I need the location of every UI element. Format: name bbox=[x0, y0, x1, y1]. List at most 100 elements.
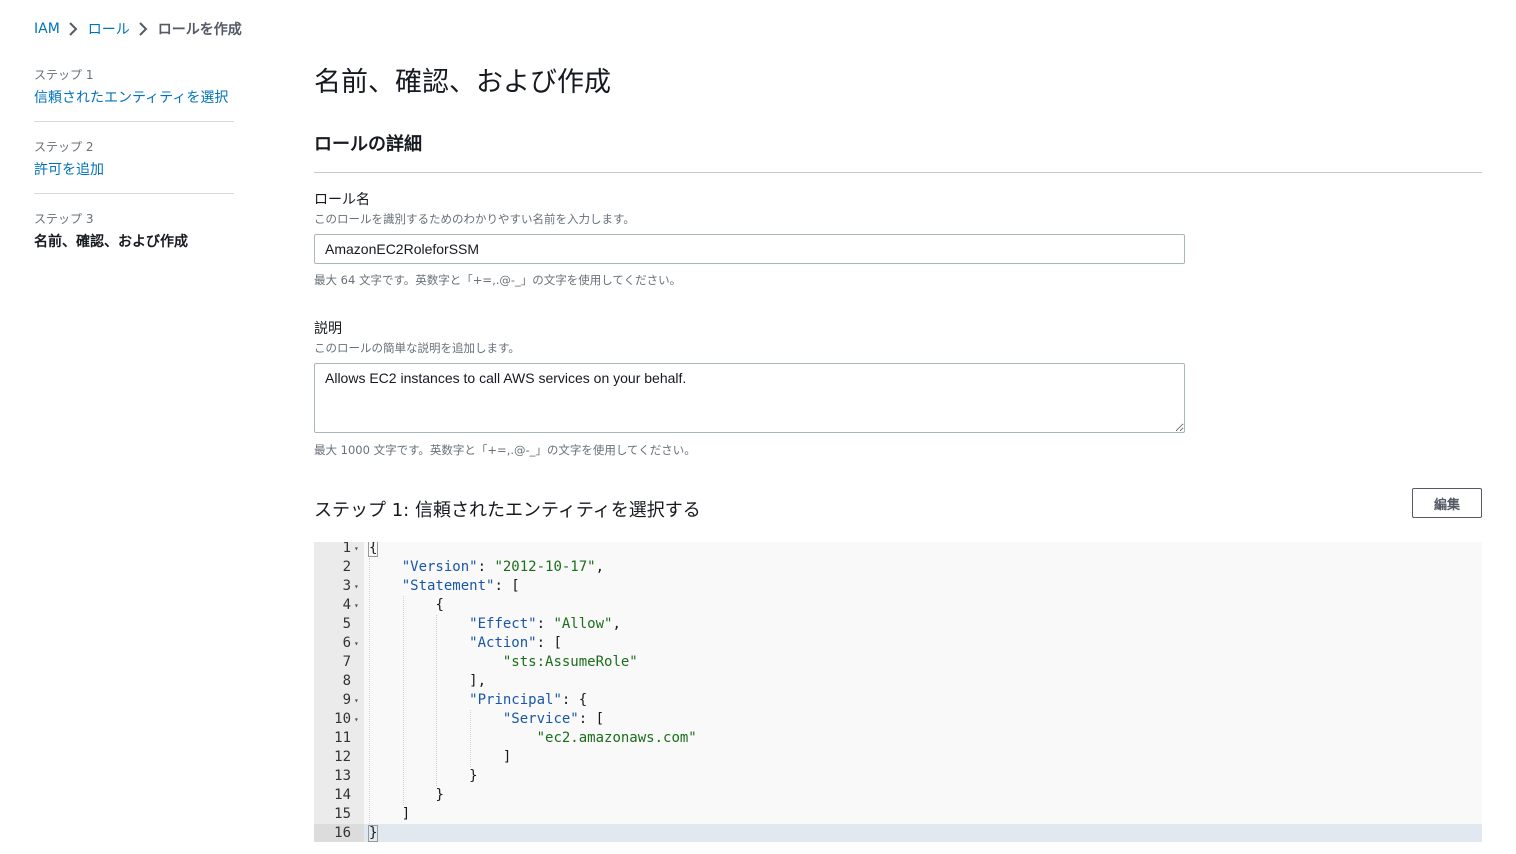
code-line[interactable]: 2 "Version": "2012-10-17", bbox=[314, 558, 1482, 577]
description-textarea[interactable]: Allows EC2 instances to call AWS service… bbox=[314, 363, 1185, 433]
code-line[interactable]: 16} bbox=[314, 824, 1482, 842]
json-string: "sts:AssumeRole" bbox=[502, 654, 638, 670]
line-number: 13 bbox=[334, 768, 351, 784]
line-number: 14 bbox=[334, 787, 351, 803]
fold-arrow-icon[interactable]: ▾ bbox=[354, 710, 359, 729]
fold-arrow-icon[interactable]: ▾ bbox=[354, 596, 359, 615]
trust-step-title: ステップ 1: 信頼されたエンティティを選択する bbox=[314, 500, 701, 521]
line-number: 5 bbox=[342, 616, 351, 632]
line-number: 9 bbox=[342, 692, 351, 708]
indent-guide bbox=[470, 710, 472, 767]
line-number: 7 bbox=[342, 654, 351, 670]
breadcrumb-iam[interactable]: IAM bbox=[34, 21, 60, 37]
fold-arrow-icon[interactable]: ▾ bbox=[354, 691, 359, 710]
code-line[interactable]: 12] bbox=[314, 748, 1482, 767]
description-label: 説明 bbox=[314, 321, 342, 337]
json-punctuation: } bbox=[368, 825, 379, 842]
code-text: "Effect": "Allow", bbox=[368, 615, 621, 634]
chevron-right-icon bbox=[133, 19, 155, 39]
description-help: このロールの簡単な説明を追加します。 bbox=[314, 341, 520, 355]
code-line[interactable]: 15] bbox=[314, 805, 1482, 824]
step-link-select-entity[interactable]: 信頼されたエンティティを選択 bbox=[34, 87, 234, 107]
line-number: 10 bbox=[334, 711, 351, 727]
json-string: "Allow" bbox=[553, 616, 613, 632]
json-punctuation: } bbox=[469, 768, 478, 784]
json-punctuation: : bbox=[536, 616, 554, 632]
trust-policy-editor[interactable]: 1 ▾{2 "Version": "2012-10-17", 3 ▾ "Statement… bbox=[314, 542, 1482, 842]
code-line[interactable]: 11 "ec2.amazonaws.com" bbox=[314, 729, 1482, 748]
wizard-step-2: ステップ 2 許可を追加 bbox=[34, 138, 234, 194]
main-content: 名前、確認、および作成 ロールの詳細 ロール名 このロールを識別するためのわかり… bbox=[314, 60, 1482, 528]
breadcrumb-current: ロールを作成 bbox=[157, 22, 242, 38]
json-key: "Statement" bbox=[401, 578, 495, 594]
code-text: "Statement": [ bbox=[368, 577, 520, 596]
chevron-right-icon bbox=[63, 19, 85, 39]
role-name-input[interactable] bbox=[314, 234, 1185, 264]
code-text: } bbox=[368, 786, 444, 805]
breadcrumb: IAM ロール ロールを作成 bbox=[34, 19, 242, 39]
page-title: 名前、確認、および作成 bbox=[314, 67, 611, 98]
json-punctuation: { bbox=[368, 542, 379, 557]
code-line[interactable]: 14} bbox=[314, 786, 1482, 805]
json-punctuation: : [ bbox=[536, 635, 562, 651]
code-line[interactable]: 3 ▾ "Statement": [ bbox=[314, 577, 1482, 596]
indent-guide bbox=[402, 596, 404, 805]
code-text: { bbox=[368, 542, 379, 558]
code-line[interactable]: 9 ▾ "Principal": { bbox=[314, 691, 1482, 710]
line-number: 4 bbox=[342, 597, 351, 613]
code-text: ] bbox=[368, 748, 511, 767]
code-text: "Principal": { bbox=[368, 691, 587, 710]
line-number: 15 bbox=[334, 806, 351, 822]
code-line[interactable]: 6 ▾ "Action": [ bbox=[314, 634, 1482, 653]
section-title-role-details: ロールの詳細 bbox=[314, 130, 1482, 173]
fold-arrow-icon[interactable]: ▾ bbox=[354, 577, 359, 596]
json-key: "Action" bbox=[469, 635, 537, 651]
step-link-add-permissions[interactable]: 許可を追加 bbox=[34, 159, 234, 179]
code-text: { bbox=[368, 596, 444, 615]
line-number: 12 bbox=[334, 749, 351, 765]
json-punctuation: } bbox=[435, 787, 444, 803]
json-key: "Version" bbox=[401, 559, 478, 575]
code-text: } bbox=[368, 767, 478, 786]
indent-guide bbox=[369, 558, 370, 824]
wizard-step-3: ステップ 3 名前、確認、および作成 bbox=[34, 210, 234, 265]
line-number: 1 bbox=[342, 542, 351, 556]
code-text: "Version": "2012-10-17", bbox=[368, 558, 604, 577]
json-punctuation: { bbox=[435, 597, 444, 613]
role-name-constraint: 最大 64 文字です。英数字と「+=,.@-_」の文字を使用してください。 bbox=[314, 273, 682, 287]
fold-arrow-icon[interactable]: ▾ bbox=[354, 634, 359, 653]
trust-step-header: ステップ 1: 信頼されたエンティティを選択する 編集 bbox=[314, 488, 1482, 528]
json-punctuation: : [ bbox=[494, 578, 520, 594]
code-line[interactable]: 1 ▾ { bbox=[314, 542, 1482, 558]
code-line[interactable]: 4 ▾ { bbox=[314, 596, 1482, 615]
code-line[interactable]: 13} bbox=[314, 767, 1482, 786]
role-name-label: ロール名 bbox=[314, 192, 370, 208]
step-current-review: 名前、確認、および作成 bbox=[34, 234, 188, 250]
code-line[interactable]: 5 "Effect": "Allow", bbox=[314, 615, 1482, 634]
code-line[interactable]: 8], bbox=[314, 672, 1482, 691]
edit-button[interactable]: 編集 bbox=[1412, 488, 1482, 518]
line-number: 16 bbox=[334, 825, 351, 841]
json-string: "ec2.amazonaws.com" bbox=[536, 730, 697, 746]
breadcrumb-roles[interactable]: ロール bbox=[88, 19, 130, 39]
code-text: ] bbox=[368, 805, 410, 824]
line-number: 6 bbox=[342, 635, 351, 651]
fold-arrow-icon[interactable]: ▾ bbox=[354, 542, 359, 558]
role-name-description: このロールを識別するためのわかりやすい名前を入力します。 bbox=[314, 212, 635, 226]
json-punctuation: : [ bbox=[578, 711, 605, 727]
line-number: 3 bbox=[342, 578, 351, 594]
step-number: ステップ 3 bbox=[34, 212, 94, 226]
code-text: } bbox=[368, 824, 379, 842]
json-key: "Service" bbox=[502, 711, 579, 727]
json-punctuation: ] bbox=[401, 806, 411, 822]
code-line[interactable]: 7 "sts:AssumeRole" bbox=[314, 653, 1482, 672]
json-punctuation: , bbox=[595, 559, 605, 575]
step-number: ステップ 2 bbox=[34, 140, 94, 154]
json-punctuation: : bbox=[477, 559, 495, 575]
indent-guide bbox=[436, 615, 438, 786]
json-punctuation: ], bbox=[469, 673, 487, 689]
code-text: "Action": [ bbox=[368, 634, 562, 653]
code-line[interactable]: 10 ▾ "Service": [ bbox=[314, 710, 1482, 729]
step-number: ステップ 1 bbox=[34, 68, 94, 82]
code-text: "sts:AssumeRole" bbox=[368, 653, 638, 672]
